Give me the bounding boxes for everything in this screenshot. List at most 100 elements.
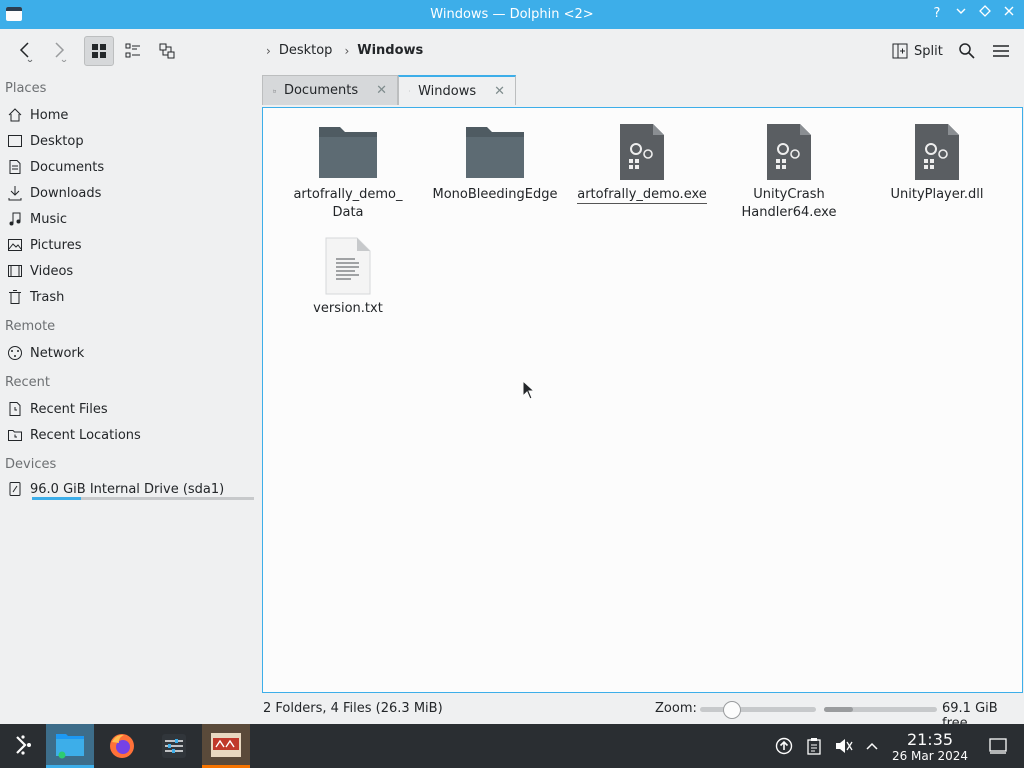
drive-usage-bar <box>32 497 254 500</box>
task-system-settings[interactable] <box>150 724 198 768</box>
chevron-right-icon: › <box>344 43 350 58</box>
sidebar-item-label: 96.0 GiB Internal Drive (sda1) <box>30 481 225 497</box>
file-item[interactable]: version.txt <box>278 236 418 318</box>
recent-files-icon <box>6 400 24 418</box>
breadcrumb-desktop[interactable]: Desktop <box>279 43 333 58</box>
icons-view-button[interactable] <box>84 36 114 66</box>
places-panel: Places Home Desktop Documents Downloads … <box>0 73 262 723</box>
application-launcher[interactable] <box>0 724 48 768</box>
sidebar-item-label: Network <box>30 345 85 361</box>
show-desktop-icon[interactable] <box>988 736 1008 756</box>
split-button[interactable]: Split <box>888 38 947 64</box>
sidebar-item-downloads[interactable]: Downloads <box>6 181 256 205</box>
home-icon <box>6 106 24 124</box>
forward-button[interactable] <box>44 36 74 66</box>
free-space-bar <box>824 707 937 712</box>
sidebar-item-network[interactable]: Network <box>6 341 256 365</box>
breadcrumb-windows[interactable]: Windows <box>357 43 423 58</box>
task-art-of-rally[interactable] <box>202 724 250 768</box>
sidebar-item-label: Recent Locations <box>30 427 141 443</box>
zoom-label: Zoom: <box>655 701 697 716</box>
section-recent: Recent <box>5 375 50 390</box>
close-icon[interactable] <box>1000 5 1018 23</box>
trash-icon <box>6 288 24 306</box>
compact-view-button[interactable] <box>118 36 148 66</box>
sidebar-item-trash[interactable]: Trash <box>6 285 256 309</box>
digital-clock[interactable]: 21:35 26 Mar 2024 <box>890 730 970 763</box>
search-button[interactable] <box>952 36 982 66</box>
sidebar-item-home[interactable]: Home <box>6 103 256 127</box>
tab-windows[interactable]: Windows ✕ <box>398 75 516 105</box>
close-tab-icon[interactable]: ✕ <box>376 83 387 98</box>
folder-icon <box>273 89 276 92</box>
file-view[interactable]: artofrally_demo_ Data MonoBleedingEdge ar… <box>262 107 1023 693</box>
music-icon <box>6 210 24 228</box>
update-notifier-icon[interactable] <box>774 736 794 756</box>
tray-expand-icon[interactable] <box>862 736 882 756</box>
folder-icon <box>465 122 525 182</box>
free-space-fill <box>824 707 854 712</box>
documents-icon <box>6 158 24 176</box>
split-label: Split <box>914 43 943 59</box>
task-dolphin[interactable] <box>46 724 94 768</box>
section-devices: Devices <box>5 457 57 472</box>
launcher-icon <box>16 735 31 755</box>
task-firefox[interactable] <box>98 724 146 768</box>
sidebar-item-desktop[interactable]: Desktop <box>6 129 256 153</box>
sidebar-item-pictures[interactable]: Pictures <box>6 233 256 257</box>
file-item[interactable]: artofrally_demo.exe <box>572 122 712 204</box>
volume-muted-icon[interactable] <box>834 736 854 756</box>
tab-bar: Documents ✕ Windows ✕ <box>262 73 1024 105</box>
clock-time: 21:35 <box>906 730 954 749</box>
back-arrow-icon <box>19 42 33 62</box>
sidebar-item-label: Downloads <box>30 185 102 201</box>
sidebar-item-recent-locations[interactable]: Recent Locations <box>6 423 256 447</box>
toolbar: › Desktop › Windows Split <box>0 29 1024 73</box>
forward-arrow-icon <box>55 42 67 62</box>
tab-label: Windows <box>418 83 477 99</box>
file-item[interactable]: artofrally_demo_ Data <box>278 122 418 222</box>
sidebar-item-documents[interactable]: Documents <box>6 155 256 179</box>
videos-icon <box>6 262 24 280</box>
recent-locations-icon <box>6 426 24 444</box>
details-view-button[interactable] <box>152 36 182 66</box>
menu-button[interactable] <box>986 36 1016 66</box>
breadcrumb: › Desktop › Windows <box>266 43 435 58</box>
file-item[interactable]: UnityPlayer.dll <box>867 122 1007 204</box>
executable-icon <box>612 122 672 182</box>
sidebar-item-label: Music <box>30 211 67 227</box>
title-bar: Windows — Dolphin <2> ? <box>0 0 1024 29</box>
settings-sliders-icon <box>162 734 186 758</box>
maximize-icon[interactable] <box>976 5 994 23</box>
executable-icon <box>759 122 819 182</box>
sidebar-item-videos[interactable]: Videos <box>6 259 256 283</box>
pictures-icon <box>6 236 24 254</box>
file-item[interactable]: MonoBleedingEdge <box>425 122 565 204</box>
split-view-icon <box>892 43 908 59</box>
taskbar: 21:35 26 Mar 2024 <box>0 724 1024 768</box>
file-item[interactable]: UnityCrash Handler64.exe <box>719 122 859 222</box>
firefox-icon <box>110 734 134 758</box>
file-name: MonoBleedingEdge <box>432 187 558 202</box>
desktop-icon <box>6 132 24 150</box>
sidebar-item-recent-files[interactable]: Recent Files <box>6 397 256 421</box>
tab-documents[interactable]: Documents ✕ <box>262 75 398 105</box>
back-button[interactable] <box>10 36 40 66</box>
zoom-slider[interactable] <box>700 701 816 719</box>
folder-icon <box>318 122 378 182</box>
sidebar-item-music[interactable]: Music <box>6 207 256 231</box>
game-icon <box>211 732 241 757</box>
file-name: artofrally_demo_ Data <box>293 187 403 220</box>
close-tab-icon[interactable]: ✕ <box>494 84 505 99</box>
sidebar-item-label: Recent Files <box>30 401 108 417</box>
zoom-slider-handle[interactable] <box>723 701 742 719</box>
clock-date: 26 Mar 2024 <box>891 749 969 763</box>
library-icon <box>907 122 967 182</box>
clipboard-icon[interactable] <box>804 736 824 756</box>
minimize-icon[interactable] <box>952 5 970 23</box>
status-bar: 2 Folders, 4 Files (26.3 MiB) Zoom: 69.1… <box>262 697 1024 731</box>
network-icon <box>6 344 24 362</box>
help-icon[interactable]: ? <box>928 5 946 23</box>
details-view-icon <box>159 43 175 59</box>
mouse-cursor-icon <box>522 380 536 400</box>
